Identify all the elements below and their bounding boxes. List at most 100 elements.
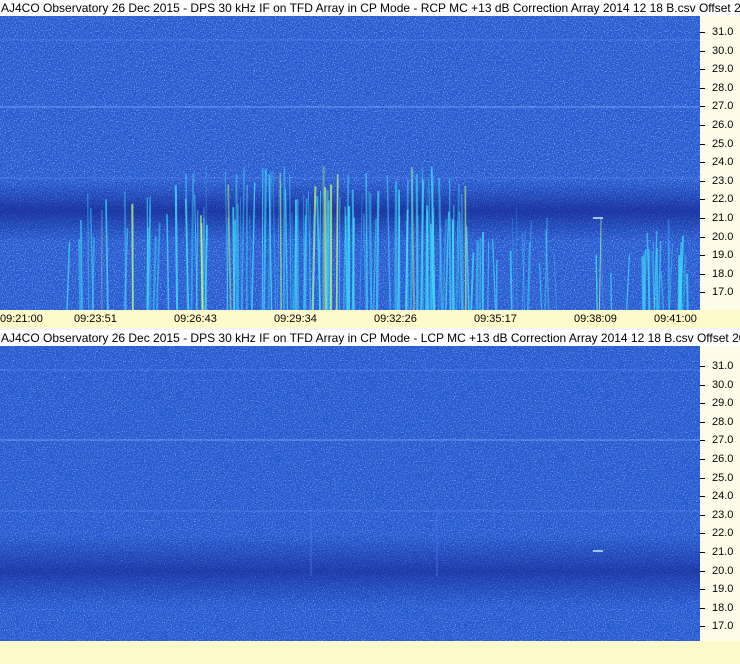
time-label: 09:26:43 (174, 313, 217, 325)
lcp-freq-label: 24.0 (712, 490, 734, 503)
time-label: 09:21:00 (0, 313, 43, 325)
lcp-freq-tick (700, 626, 705, 628)
rcp-freq-tick (700, 273, 705, 275)
rcp-freq-label: 28.0 (712, 81, 734, 94)
rcp-freq-label: 19.0 (712, 249, 734, 262)
rcp-frequency-axis: 31.0 30.0 29.0 28.0 27.0 26.0 25.0 24.0 23.0 22.0… (700, 16, 740, 310)
emission-streak (668, 242, 670, 310)
emission-streak (80, 220, 83, 310)
lcp-freq-label: 17.0 (712, 620, 734, 633)
lcp-freq-tick (700, 589, 705, 591)
emission-streak (335, 174, 339, 310)
emission-streak (351, 217, 355, 310)
lcp-freq-label: 25.0 (712, 471, 734, 484)
time-label: 09:38:09 (574, 313, 617, 325)
lcp-freq-label: 31.0 (712, 360, 734, 372)
emission-streak (686, 273, 689, 310)
rcp-freq-label: 24.0 (712, 156, 734, 169)
lcp-freq-label: 30.0 (712, 378, 734, 391)
rcp-freq-label: 29.0 (712, 63, 734, 76)
rcp-panel-title: AJ4CO Observatory 26 Dec 2015 - DPS 30 k… (0, 0, 740, 16)
lcp-freq-tick (700, 533, 705, 535)
rcp-freq-label: 30.0 (712, 44, 734, 57)
rcp-freq-label: 22.0 (712, 193, 734, 206)
lcp-freq-label: 21.0 (712, 546, 734, 558)
lcp-freq-tick (700, 477, 705, 479)
lcp-freq-tick (700, 440, 705, 442)
rcp-freq-tick (700, 69, 705, 71)
lcp-freq-tick (700, 459, 705, 460)
rcp-freq-tick (700, 236, 705, 238)
lcp-frequency-axis: 31.0 30.0 29.0 28.0 27.0 26.0 25.0 24.0 23.0 22.0… (700, 346, 740, 641)
time-label: 09:41:00 (654, 313, 697, 325)
rcp-freq-tick (700, 218, 705, 219)
rcp-axis-corner (700, 310, 740, 328)
lcp-freq-tick (700, 421, 705, 423)
time-label: 09:29:34 (274, 313, 317, 325)
lcp-freq-label: 23.0 (712, 508, 734, 521)
lcp-freq-label: 29.0 (712, 397, 734, 410)
lcp-freq-tick (700, 366, 705, 367)
rcp-freq-label: 31.0 (712, 26, 734, 38)
emission-streak (509, 250, 513, 310)
rcp-freq-label: 23.0 (712, 174, 734, 187)
emission-streak (365, 173, 368, 310)
emission-streak (464, 185, 467, 310)
time-label: 09:35:17 (474, 313, 517, 325)
rcp-freq-tick (700, 199, 705, 201)
lcp-freq-tick (700, 403, 705, 405)
lcp-freq-label: 28.0 (712, 415, 734, 428)
emission-streak (375, 190, 380, 310)
lcp-freq-tick (700, 514, 705, 516)
rcp-freq-tick (700, 162, 705, 164)
emission-streak (233, 219, 237, 310)
emission-streak (282, 166, 286, 310)
emission-streak (146, 227, 150, 310)
rcp-freq-label: 25.0 (712, 137, 734, 150)
emission-streak (415, 173, 419, 310)
rcp-freq-tick (700, 180, 705, 182)
rcp-freq-label: 18.0 (712, 267, 734, 280)
lcp-freq-label: 22.0 (712, 527, 734, 540)
rcp-freq-label: 21.0 (712, 212, 734, 224)
lcp-freq-tick (700, 496, 705, 498)
emission-streak (304, 198, 308, 310)
emission-streak (325, 190, 329, 310)
rcp-freq-tick (700, 106, 705, 108)
lcp-freq-label: 26.0 (712, 453, 734, 465)
lcp-freq-tick (700, 552, 705, 553)
emission-streak (451, 219, 455, 310)
rcp-freq-label: 17.0 (712, 286, 734, 299)
emission-streak (327, 199, 331, 310)
emission-streak (641, 256, 645, 310)
lcp-panel-title: AJ4CO Observatory 26 Dec 2015 - DPS 30 k… (0, 330, 740, 346)
rcp-freq-label: 26.0 (712, 119, 734, 131)
lcp-freq-label: 18.0 (712, 601, 734, 614)
lcp-spectrogram[interactable] (0, 346, 700, 641)
emission-streak (610, 272, 613, 310)
emission-streak (78, 238, 82, 310)
rcp-spectrogram[interactable] (0, 16, 700, 310)
rcp-freq-tick (700, 32, 705, 33)
rcp-time-axis: 09:21:00 09:23:51 09:26:43 09:29:34 09:32:26… (0, 310, 700, 328)
emission-streak (479, 237, 482, 310)
emission-streak (174, 185, 179, 310)
time-label: 09:32:26 (374, 313, 417, 325)
lcp-freq-label: 27.0 (712, 434, 734, 447)
emission-streak (261, 167, 264, 310)
spectrogram-window: AJ4CO Observatory 26 Dec 2015 - DPS 30 k… (0, 0, 740, 664)
lcp-freq-label: 20.0 (712, 564, 734, 577)
time-label: 09:23:51 (74, 313, 117, 325)
emission-streak (324, 187, 327, 310)
rcp-freq-tick (700, 50, 705, 52)
lcp-freq-tick (700, 607, 705, 609)
rcp-freq-tick (700, 292, 705, 294)
rcp-freq-tick (700, 87, 705, 89)
lcp-freq-tick (700, 570, 705, 572)
rcp-freq-tick (700, 125, 705, 126)
rcp-freq-tick (700, 255, 705, 257)
rcp-freq-tick (700, 143, 705, 145)
lcp-freq-tick (700, 384, 705, 386)
rcp-freq-label: 27.0 (712, 100, 734, 113)
emission-streak (643, 250, 647, 310)
